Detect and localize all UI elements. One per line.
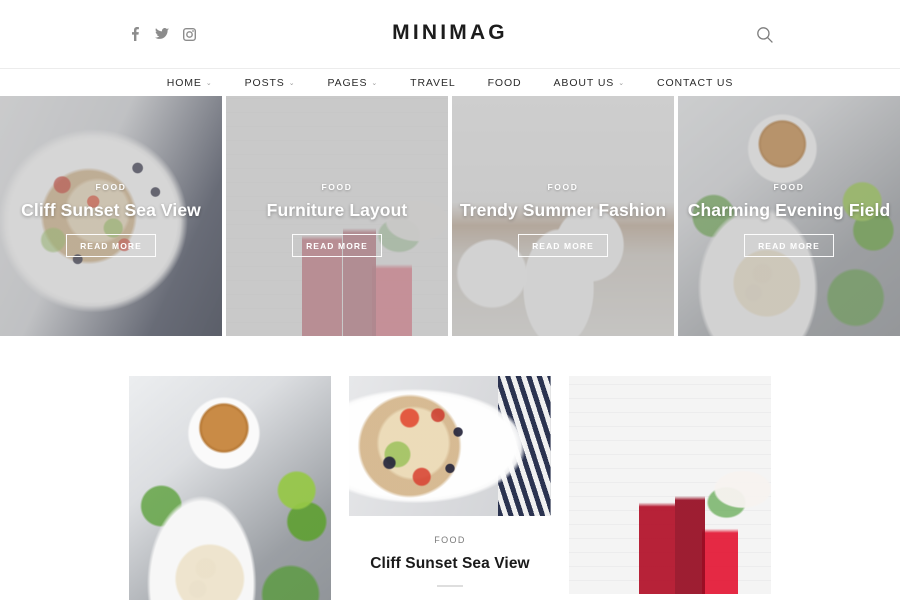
- nav-item-travel[interactable]: TRAVEL: [394, 77, 471, 89]
- search-icon[interactable]: [756, 26, 774, 44]
- post-card-body: FOOD Cliff Sunset Sea View These cases a…: [349, 516, 551, 600]
- read-more-button[interactable]: READ MORE: [744, 234, 834, 257]
- nav-item-home[interactable]: HOME ⌄: [151, 77, 229, 89]
- nav-item-about-us[interactable]: ABOUT US ⌄: [538, 77, 641, 89]
- nav-item-contact-us[interactable]: CONTACT US: [641, 77, 749, 89]
- slide-title[interactable]: Trendy Summer Fashion: [452, 200, 674, 221]
- slide-category[interactable]: FOOD: [678, 182, 900, 192]
- read-more-button[interactable]: READ MORE: [292, 234, 382, 257]
- nav-label: HOME: [166, 76, 202, 89]
- nav-list: HOME ⌄ POSTS ⌄ PAGES ⌄ TRAVEL FOOD ABOUT…: [151, 77, 750, 89]
- slide-title[interactable]: Cliff Sunset Sea View: [0, 200, 222, 221]
- slide-content: FOOD Charming Evening Field READ MORE: [678, 182, 900, 257]
- post-title[interactable]: Cliff Sunset Sea View: [349, 555, 551, 573]
- slide-content: FOOD Cliff Sunset Sea View READ MORE: [0, 182, 222, 257]
- grid-column-left: [129, 376, 331, 600]
- grid-column-right: [569, 376, 771, 600]
- nav-item-pages[interactable]: PAGES ⌄: [311, 77, 394, 89]
- chevron-down-icon: ⌄: [288, 80, 296, 87]
- slide-category[interactable]: FOOD: [452, 182, 674, 192]
- nav-label: PAGES: [327, 76, 368, 89]
- grid-column-center: FOOD Cliff Sunset Sea View These cases a…: [349, 376, 551, 600]
- slide-cliff-sunset-sea-view[interactable]: FOOD Cliff Sunset Sea View READ MORE: [0, 96, 222, 336]
- page-root: MINIMAG HOME ⌄ POSTS ⌄ PAGES ⌄ TRAVEL FO: [0, 0, 900, 600]
- chevron-down-icon: ⌄: [371, 80, 379, 87]
- slide-charming-evening-field[interactable]: FOOD Charming Evening Field READ MORE: [678, 96, 900, 336]
- nav-label: POSTS: [244, 76, 285, 89]
- slide-content: FOOD Furniture Layout READ MORE: [226, 182, 448, 257]
- thumbnail-image: [129, 376, 331, 600]
- slide-category[interactable]: FOOD: [0, 182, 222, 192]
- featured-slider: FOOD Cliff Sunset Sea View READ MORE FOO…: [0, 96, 900, 336]
- nav-item-food[interactable]: FOOD: [472, 77, 538, 89]
- nav-label: TRAVEL: [410, 76, 456, 89]
- thumbnail-image: [569, 376, 771, 594]
- main-navigation: HOME ⌄ POSTS ⌄ PAGES ⌄ TRAVEL FOOD ABOUT…: [0, 68, 900, 96]
- nav-label: FOOD: [487, 76, 522, 89]
- slide-title[interactable]: Furniture Layout: [226, 200, 448, 221]
- post-grid: FOOD Cliff Sunset Sea View These cases a…: [0, 336, 900, 600]
- post-thumbnail-coffee[interactable]: [129, 376, 331, 600]
- slide-content: FOOD Trendy Summer Fashion READ MORE: [452, 182, 674, 257]
- read-more-button[interactable]: READ MORE: [66, 234, 156, 257]
- nav-item-posts[interactable]: POSTS ⌄: [229, 77, 312, 89]
- post-category[interactable]: FOOD: [349, 535, 551, 545]
- post-thumbnail-bottles[interactable]: [569, 376, 771, 594]
- nav-label: CONTACT US: [656, 76, 734, 89]
- thumbnail-image: [349, 376, 551, 516]
- nav-label: ABOUT US: [553, 76, 615, 89]
- chevron-down-icon: ⌄: [205, 80, 213, 87]
- title-divider: [437, 585, 463, 587]
- post-thumbnail-pancakes[interactable]: [349, 376, 551, 516]
- slide-furniture-layout[interactable]: FOOD Furniture Layout READ MORE: [226, 96, 448, 336]
- chevron-down-icon: ⌄: [618, 80, 625, 87]
- slide-title[interactable]: Charming Evening Field: [678, 200, 900, 221]
- site-header: MINIMAG: [0, 0, 900, 68]
- read-more-button[interactable]: READ MORE: [518, 234, 608, 257]
- slide-trendy-summer-fashion[interactable]: FOOD Trendy Summer Fashion READ MORE: [452, 96, 674, 336]
- slide-category[interactable]: FOOD: [226, 182, 448, 192]
